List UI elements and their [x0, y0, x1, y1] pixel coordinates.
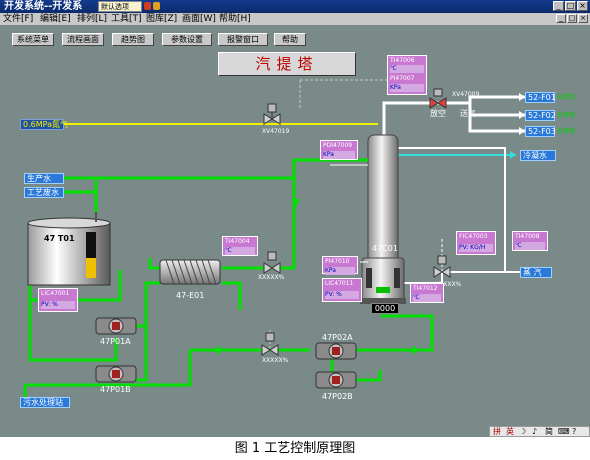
lic47011-tag: LIC47011: [325, 280, 354, 287]
keyboard-icon[interactable]: ⌨: [558, 427, 570, 436]
valve-xv47019: [263, 103, 281, 125]
sound-icon[interactable]: ♪: [532, 427, 537, 436]
pump-47p01a: [95, 317, 137, 335]
column-label: 47C01: [372, 244, 398, 253]
exchanger-outlet: [222, 281, 242, 310]
nitrogen-stream-label: 0.6MPa氮气: [20, 119, 68, 130]
tank-label: 47 T01: [44, 234, 75, 243]
pump-47p01b: [95, 365, 137, 383]
ime-pinyin-icon[interactable]: 拼: [493, 427, 501, 436]
furnace-note-3: 去燃烧: [557, 128, 576, 135]
ti47008-tag: TI47008: [515, 233, 540, 240]
valve-feed-output: XXXXX%: [258, 274, 285, 281]
valve-bottoms-output: XXXXX%: [262, 357, 289, 364]
furnace-f01-label: 52-F01: [525, 92, 556, 103]
simplified-chinese-icon[interactable]: 简: [545, 427, 553, 436]
arrow-condensate: [510, 151, 516, 159]
pump-47p02a: [315, 342, 357, 360]
production-water-feed: [96, 158, 368, 180]
pi47010-tag: PI47010: [325, 258, 350, 265]
instrument-ti47012[interactable]: TI47012 ℃: [410, 283, 444, 303]
vent-label: 放空: [430, 109, 446, 118]
exchanger-inlet: [148, 258, 160, 270]
pdi47009-tag: PDI47009: [323, 142, 353, 149]
figure-caption: 图 1 工艺控制原理图: [234, 441, 356, 456]
furnace-f02-label: 52-F02: [525, 110, 556, 121]
steam-label: 蒸 汽: [520, 267, 552, 278]
furnace-note-2: 去燃烧: [557, 112, 576, 119]
instrument-fic47003[interactable]: FIC47003 PV: KG/H: [456, 231, 496, 255]
ti47012-tag: TI47012: [413, 285, 438, 292]
tank-47t01: [27, 222, 111, 286]
hmi-window: 开发系统--开发系 默认选项 _ □ × 文件[F] 编辑[E] 排列[L] 工…: [0, 0, 590, 437]
valve-xv47019-tag: XV47019: [262, 128, 290, 135]
pump-p01b-label: 47P01B: [100, 385, 131, 394]
pdi47009-value: KPa: [323, 151, 355, 159]
exchanger-label: 47-E01: [176, 291, 205, 300]
ime-english-icon[interactable]: 英: [506, 427, 514, 436]
instrument-ti47006-pi47007[interactable]: TI47006 ℃ PI47007 KPa: [387, 55, 427, 95]
process-piping-diagram: [23, 79, 525, 400]
sewage-plant-label: 污水处理站: [20, 397, 70, 408]
ti47004-value: ℃: [225, 247, 255, 255]
waste-water-line: [64, 190, 98, 212]
ti47012-value: ℃: [413, 294, 441, 302]
tank-top: [27, 217, 111, 229]
moon-icon[interactable]: ☽: [519, 427, 526, 436]
valve-feed: [263, 251, 281, 274]
column-window-r: [394, 268, 400, 288]
arrow-bottoms: [212, 346, 220, 354]
heat-exchanger-47e01: [159, 259, 221, 285]
instrument-ti47008[interactable]: TI47008 ℃: [512, 231, 548, 251]
pump-p01a-label: 47P01A: [100, 337, 131, 346]
condensate-label: 冷凝水: [520, 150, 556, 161]
lic47001-tag: LIC47001: [41, 290, 70, 297]
furnace-f03-label: 52-F03: [525, 126, 556, 137]
help-icon[interactable]: ?: [572, 427, 576, 436]
pi47010-value: KPa: [325, 267, 355, 275]
gas-line-f02: [468, 103, 525, 117]
column-window-l: [366, 268, 372, 288]
lic47011-value: PV: %: [325, 291, 359, 299]
tank-level-fill: [86, 258, 96, 278]
fic47003-tag: FIC47003: [459, 233, 488, 240]
pump-p02a-label: 47P02A: [322, 333, 353, 342]
pump-p02b-label: 47P02B: [322, 392, 353, 401]
ti47006-tag: TI47006: [390, 57, 415, 64]
process-waste-water-label: 工艺废水: [24, 187, 64, 198]
instrument-pdi47009[interactable]: PDI47009 KPa: [320, 140, 358, 160]
column-counter-display: 0000: [371, 303, 399, 314]
instrument-lic47001[interactable]: LIC47001 PV: %: [38, 288, 78, 312]
pump-discharge-line: [136, 281, 160, 328]
pi47007-value: KPa: [390, 84, 424, 92]
pi47007-tag: PI47007: [390, 75, 415, 82]
gas-line-f03: [468, 115, 525, 133]
production-water-label: 生产水: [24, 173, 64, 184]
instrument-pi47010[interactable]: PI47010 KPa: [322, 256, 358, 275]
system-tray: 拼 英 ☽ ♪ 简 ⌨ ?: [489, 426, 590, 437]
instrument-lic47011[interactable]: LIC47011 PV: %: [322, 278, 362, 302]
column-level: [376, 287, 390, 293]
instrument-ti47004[interactable]: TI47004 ℃: [222, 236, 258, 256]
ti47004-tag: TI47004: [225, 238, 250, 245]
valve-xv47009-tag: XV47009: [452, 91, 480, 98]
pump-47p02b: [315, 371, 357, 389]
arrow-bottoms-2: [408, 346, 416, 354]
to-gas-label: 送气: [460, 109, 476, 118]
valve-xv47009: [429, 88, 447, 109]
fic47003-value: PV: KG/H: [459, 244, 493, 252]
furnace-note-1: 去燃烧: [557, 94, 576, 101]
ti47008-value: ℃: [515, 242, 545, 250]
lic47001-value: PV: %: [41, 301, 75, 309]
ti47006-value: ℃: [390, 65, 424, 73]
